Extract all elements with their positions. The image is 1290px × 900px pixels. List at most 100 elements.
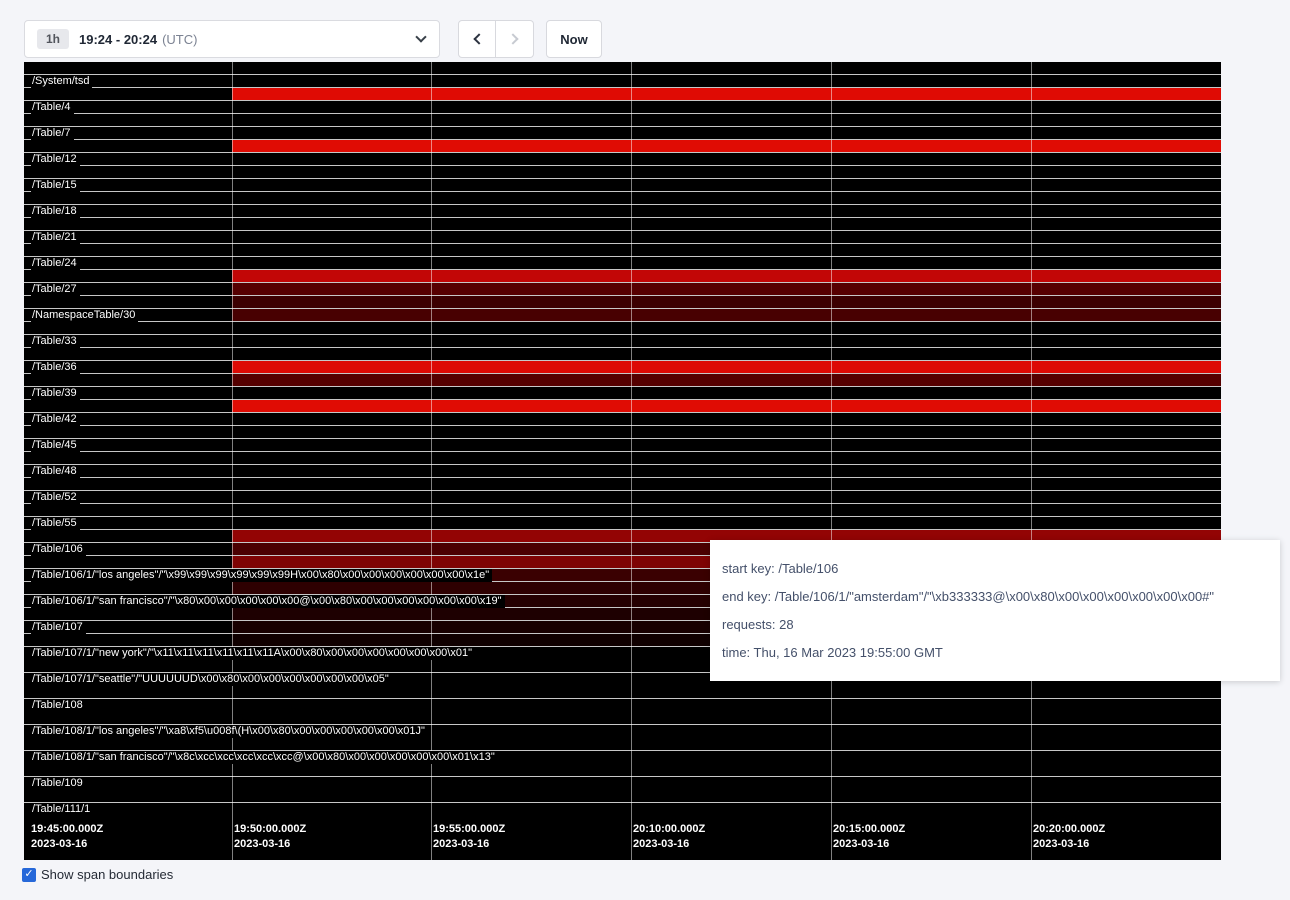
heatmap-row[interactable]: /System/tsd	[24, 74, 1221, 100]
heatmap-row[interactable]: /Table/7	[24, 126, 1221, 152]
span-key-label: /Table/109	[31, 777, 86, 790]
heatmap-row[interactable]: /Table/45	[24, 438, 1221, 464]
key-span-band[interactable]	[24, 139, 1221, 152]
key-span-band[interactable]	[24, 776, 1221, 802]
key-span-band[interactable]	[24, 360, 1221, 373]
heatmap-row[interactable]: /Table/109	[24, 776, 1221, 802]
key-span-band[interactable]	[24, 217, 1221, 230]
heatmap-row[interactable]: /Table/24	[24, 256, 1221, 282]
key-span-band[interactable]	[24, 425, 1221, 438]
heat-bucket[interactable]	[232, 361, 1221, 373]
heat-bucket[interactable]	[232, 270, 1221, 282]
heat-bucket[interactable]	[232, 296, 1221, 308]
key-span-band[interactable]	[24, 191, 1221, 204]
key-span-band[interactable]	[24, 386, 1221, 399]
time-gridline	[232, 62, 233, 860]
span-key-label: /Table/108/1/"los angeles"/"\xa8\xf5\u00…	[31, 725, 428, 738]
key-span-band[interactable]	[24, 464, 1221, 477]
span-key-label: /Table/106/1/"san francisco"/"\x80\x00\x…	[31, 595, 505, 608]
key-span-band[interactable]	[24, 438, 1221, 451]
chevron-left-icon	[473, 33, 484, 44]
key-span-band[interactable]	[24, 243, 1221, 256]
span-key-label: /Table/12	[31, 153, 80, 166]
span-key-label: /Table/48	[31, 465, 80, 478]
key-span-band[interactable]	[24, 204, 1221, 217]
key-span-band[interactable]	[24, 399, 1221, 412]
key-span-band[interactable]	[24, 490, 1221, 503]
heatmap-row[interactable]: /Table/4	[24, 100, 1221, 126]
span-key-label: /Table/107/1/"seattle"/"UUUUUUD\x00\x80\…	[31, 673, 392, 686]
key-span-band[interactable]	[24, 412, 1221, 425]
key-span-band[interactable]	[24, 282, 1221, 295]
heatmap-row[interactable]: /Table/39	[24, 386, 1221, 412]
key-span-band[interactable]	[24, 477, 1221, 490]
toolbar: 1h 19:24 - 20:24 (UTC) Now	[24, 20, 602, 58]
tooltip-line: time: Thu, 16 Mar 2023 19:55:00 GMT	[722, 645, 1268, 660]
range-timezone: (UTC)	[162, 32, 197, 47]
heatmap-row[interactable]: /Table/12	[24, 152, 1221, 178]
key-span-band[interactable]	[24, 321, 1221, 334]
span-key-label: /Table/107/1/"new york"/"\x11\x11\x11\x1…	[31, 647, 475, 660]
next-range-button[interactable]	[496, 20, 534, 58]
heatmap-row[interactable]: /Table/21	[24, 230, 1221, 256]
key-span-band[interactable]	[24, 256, 1221, 269]
heatmap-row[interactable]: /Table/55	[24, 516, 1221, 542]
time-range-selector[interactable]: 1h 19:24 - 20:24 (UTC)	[24, 20, 440, 58]
heat-bucket[interactable]	[232, 400, 1221, 412]
heatmap-row[interactable]: /Table/42	[24, 412, 1221, 438]
heatmap-row[interactable]: /Table/15	[24, 178, 1221, 204]
heatmap-row[interactable]: /Table/18	[24, 204, 1221, 230]
heatmap-row[interactable]: /Table/36	[24, 360, 1221, 386]
key-span-band[interactable]	[24, 230, 1221, 243]
chevron-down-icon	[415, 31, 426, 42]
now-button[interactable]: Now	[546, 20, 602, 58]
key-span-band[interactable]	[24, 113, 1221, 126]
heat-bucket[interactable]	[232, 140, 1221, 152]
time-gridline	[431, 62, 432, 860]
heat-bucket[interactable]	[232, 309, 1221, 321]
key-span-band[interactable]	[24, 308, 1221, 321]
heatmap-row[interactable]: /Table/48	[24, 464, 1221, 490]
prev-range-button[interactable]	[458, 20, 496, 58]
span-key-label: /Table/18	[31, 205, 80, 218]
heatmap-row[interactable]: /Table/27	[24, 282, 1221, 308]
heat-bucket[interactable]	[232, 88, 1221, 100]
key-span-band[interactable]	[24, 178, 1221, 191]
heatmap-row[interactable]: /Table/52	[24, 490, 1221, 516]
span-key-label: /Table/7	[31, 127, 74, 140]
heat-bucket[interactable]	[232, 374, 1221, 386]
key-span-band[interactable]	[24, 516, 1221, 529]
heatmap-rows: /System/tsd/Table/4/Table/7/Table/12/Tab…	[24, 74, 1221, 828]
span-key-label: /Table/4	[31, 101, 74, 114]
key-span-band[interactable]	[24, 451, 1221, 464]
heatmap-row[interactable]: /Table/108/1/"san francisco"/"\x8c\xcc\x…	[24, 750, 1221, 776]
heatmap-row[interactable]: /Table/33	[24, 334, 1221, 360]
key-span-band[interactable]	[24, 295, 1221, 308]
checkmark-icon: ✓	[24, 869, 33, 880]
heat-bucket[interactable]	[232, 283, 1221, 295]
key-span-band[interactable]	[24, 165, 1221, 178]
heatmap-row[interactable]: /NamespaceTable/30	[24, 308, 1221, 334]
range-text: 19:24 - 20:24	[79, 32, 157, 47]
key-span-band[interactable]	[24, 373, 1221, 386]
key-span-band[interactable]	[24, 347, 1221, 360]
show-span-boundaries-label: Show span boundaries	[41, 867, 173, 882]
key-span-band[interactable]	[24, 698, 1221, 724]
key-span-band[interactable]	[24, 74, 1221, 87]
key-span-band[interactable]	[24, 269, 1221, 282]
time-nav-group	[458, 20, 534, 58]
key-span-band[interactable]	[24, 334, 1221, 347]
time-gridline	[631, 62, 632, 860]
key-span-band[interactable]	[24, 503, 1221, 516]
heatmap-row[interactable]: /Table/108	[24, 698, 1221, 724]
time-gridline	[1031, 62, 1032, 860]
span-key-label: /Table/108	[31, 699, 86, 712]
key-visualizer-canvas[interactable]: /System/tsd/Table/4/Table/7/Table/12/Tab…	[24, 62, 1221, 860]
key-span-band[interactable]	[24, 152, 1221, 165]
key-span-band[interactable]	[24, 126, 1221, 139]
show-span-boundaries-checkbox[interactable]: ✓	[22, 868, 36, 882]
key-span-band[interactable]	[24, 87, 1221, 100]
heatmap-row[interactable]: /Table/108/1/"los angeles"/"\xa8\xf5\u00…	[24, 724, 1221, 750]
key-span-band[interactable]	[24, 100, 1221, 113]
span-key-label: /Table/24	[31, 257, 80, 270]
